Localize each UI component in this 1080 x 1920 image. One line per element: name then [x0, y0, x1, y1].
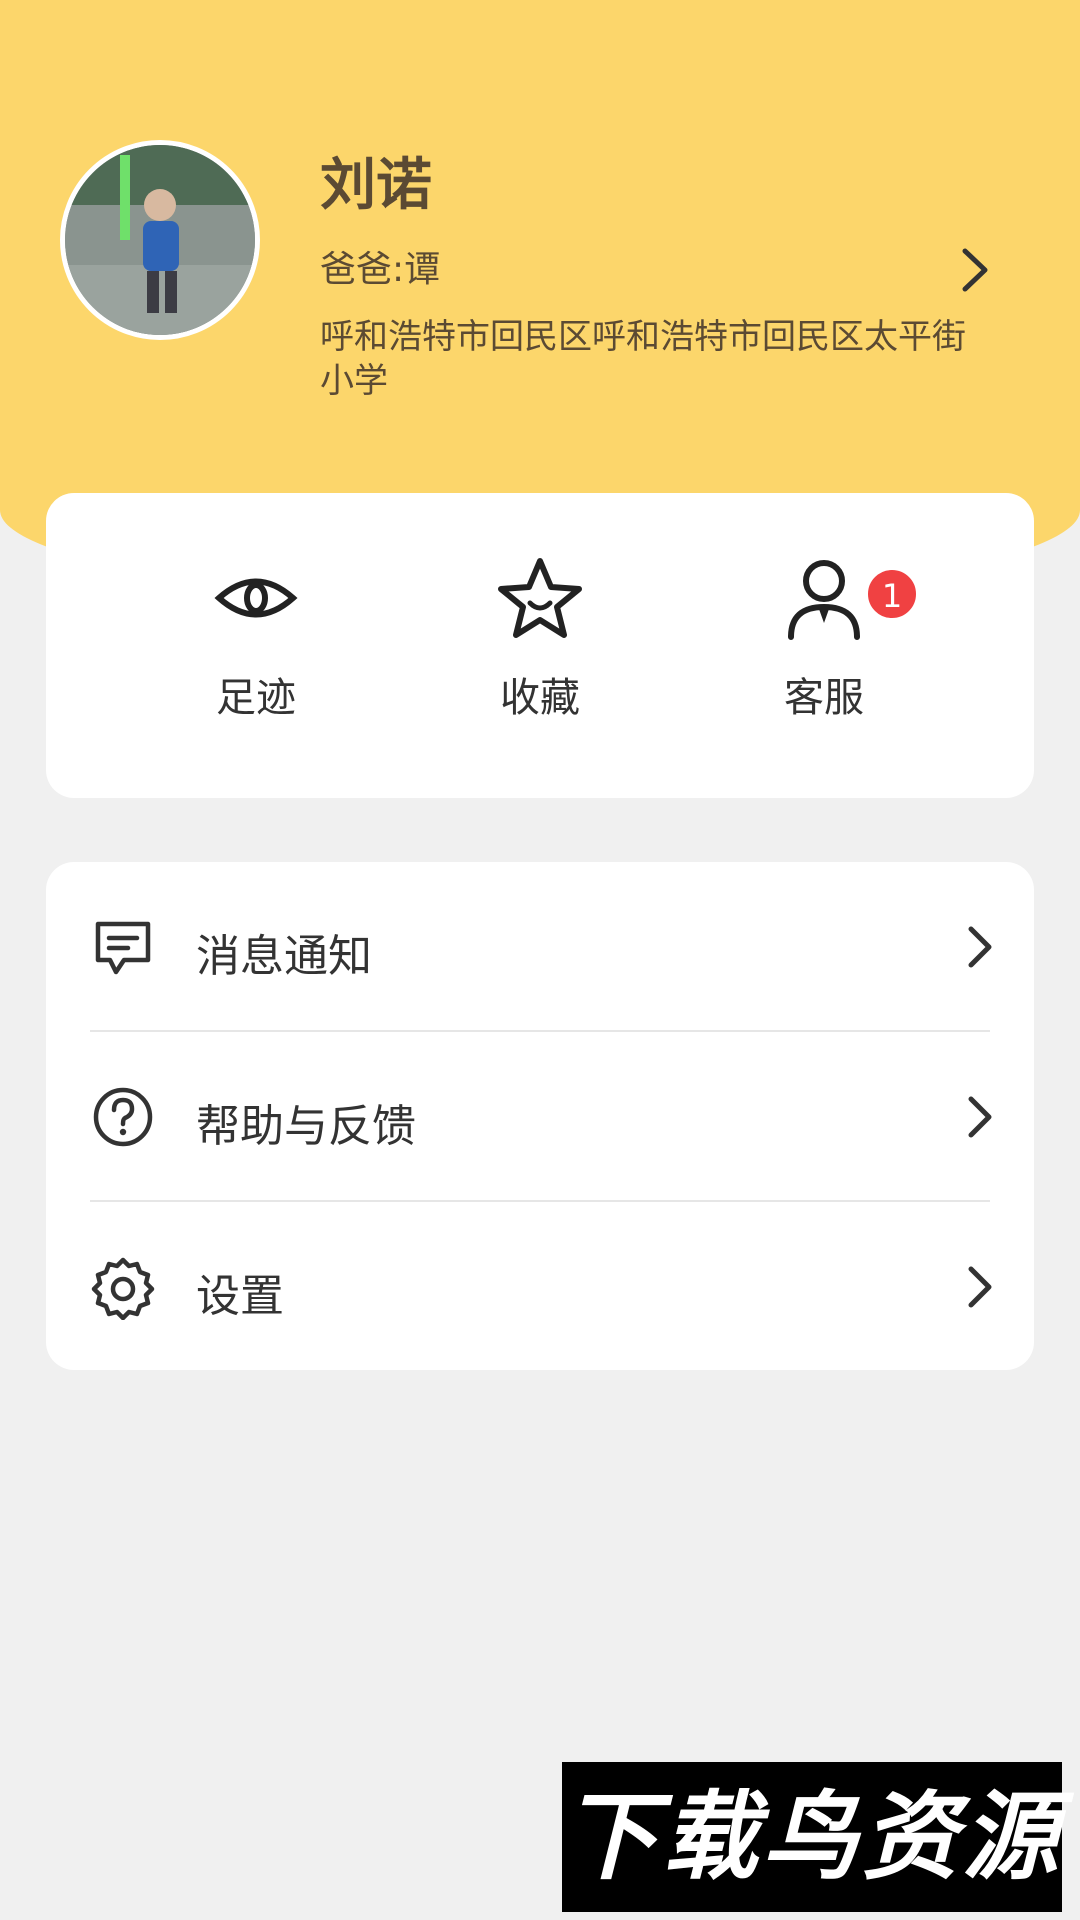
menu-card: 消息通知 帮助与反馈 设置: [46, 862, 1034, 1370]
menu-item-settings[interactable]: 设置: [46, 1202, 1034, 1372]
avatar-photo: [65, 145, 255, 335]
quick-item-label: 足迹: [216, 675, 296, 721]
parent-label: 爸爸:谭: [320, 249, 441, 290]
gear-icon: [91, 1257, 155, 1320]
watermark: 下载鸟资源: [562, 1762, 1062, 1912]
menu-item-label: 设置: [196, 1271, 284, 1322]
quick-item-favorites[interactable]: 收藏: [440, 553, 640, 723]
profile-name: 刘诺: [320, 153, 432, 218]
quick-item-label: 客服: [784, 675, 864, 721]
menu-item-help[interactable]: 帮助与反馈: [46, 1032, 1034, 1202]
chevron-right-icon: [968, 1096, 992, 1138]
quick-item-label: 收藏: [500, 675, 580, 721]
eye-icon: [214, 578, 298, 618]
customer-service-icon: [788, 560, 860, 640]
menu-item-messages[interactable]: 消息通知: [46, 862, 1034, 1032]
help-icon: [93, 1087, 153, 1147]
quick-item-footprint[interactable]: 足迹: [156, 553, 356, 723]
chevron-right-icon: [968, 926, 992, 968]
chevron-right-icon: [968, 1266, 992, 1308]
menu-item-label: 消息通知: [196, 931, 372, 982]
quick-actions-card: 足迹 收藏 客服: [46, 493, 1034, 798]
menu-item-label: 帮助与反馈: [196, 1101, 416, 1152]
chevron-right-icon[interactable]: [955, 245, 995, 295]
message-icon: [95, 921, 151, 975]
avatar[interactable]: [60, 140, 260, 340]
star-icon: [498, 558, 582, 638]
school-label: 呼和浩特市回民区呼和浩特市回民区太平街小学: [320, 317, 966, 401]
notification-badge: 1: [866, 568, 918, 620]
